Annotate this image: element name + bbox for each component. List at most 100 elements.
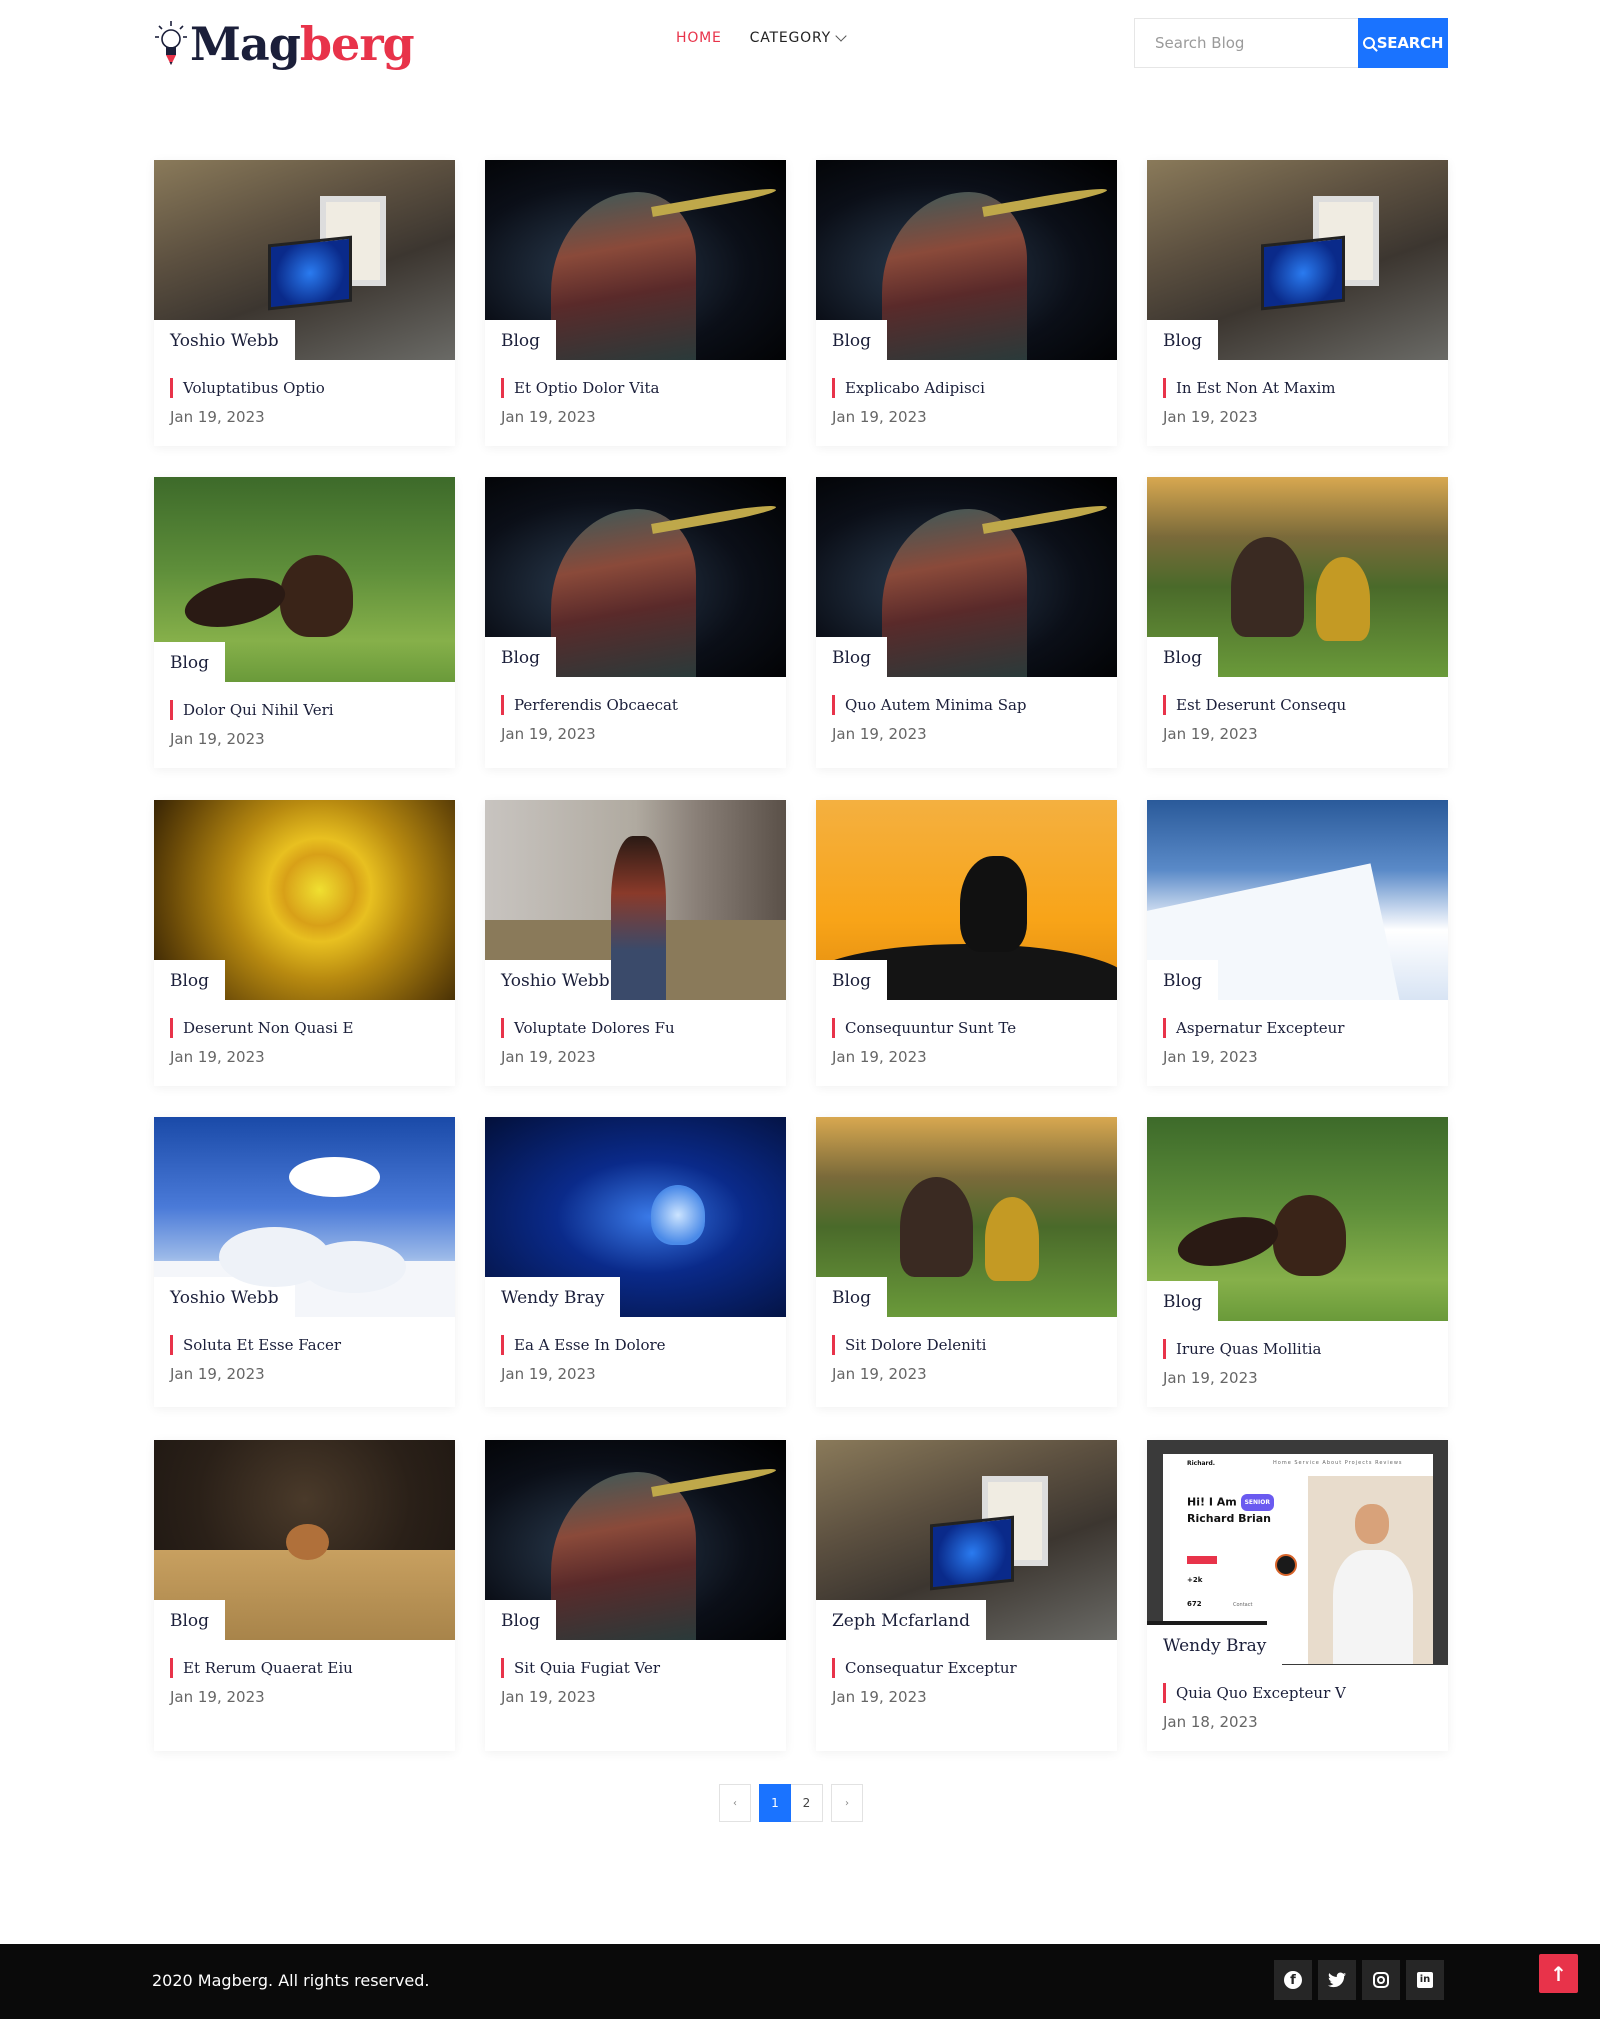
post-card[interactable]: Wendy Bray Ea A Esse In Dolore Jan 19, 202… [485, 1117, 786, 1407]
post-title[interactable]: Quia Quo Excepteur V [1163, 1683, 1432, 1703]
post-thumbnail[interactable]: Yoshio Webb [485, 800, 786, 1000]
post-category-tag[interactable]: Blog [816, 960, 888, 1000]
post-date: Jan 19, 2023 [170, 408, 265, 426]
post-category-tag[interactable]: Zeph Mcfarland [816, 1600, 986, 1640]
post-card[interactable]: Blog Sit Quia Fugiat Ver Jan 19, 2023 [485, 1440, 786, 1751]
post-category-tag[interactable]: Blog [154, 960, 226, 1000]
pagination-page-1[interactable]: 1 [759, 1784, 791, 1822]
post-card[interactable]: Blog Explicabo Adipisci Jan 19, 2023 [816, 160, 1117, 446]
post-category-tag[interactable]: Blog [816, 1277, 888, 1317]
post-thumbnail[interactable]: Blog [1147, 160, 1448, 360]
post-card[interactable]: Blog In Est Non At Maxim Jan 19, 2023 [1147, 160, 1448, 446]
post-thumbnail[interactable]: Blog [816, 477, 1117, 677]
post-card[interactable]: Blog Deserunt Non Quasi E Jan 19, 2023 [154, 800, 455, 1086]
search-input[interactable] [1134, 18, 1358, 68]
post-date: Jan 19, 2023 [501, 1048, 596, 1066]
post-title[interactable]: Est Deserunt Consequ [1163, 695, 1432, 715]
post-thumbnail[interactable]: Blog [1147, 800, 1448, 1000]
post-thumbnail[interactable]: Blog [485, 1440, 786, 1640]
post-title[interactable]: Voluptate Dolores Fu [501, 1018, 770, 1038]
portfolio-avatar [1355, 1504, 1389, 1544]
post-category-tag[interactable]: Yoshio Webb [154, 1277, 295, 1317]
post-title[interactable]: Et Optio Dolor Vita [501, 378, 770, 398]
post-title[interactable]: Deserunt Non Quasi E [170, 1018, 439, 1038]
post-thumbnail[interactable]: Blog [816, 160, 1117, 360]
post-card[interactable]: Blog Et Rerum Quaerat Eiu Jan 19, 2023 [154, 1440, 455, 1751]
post-card[interactable]: Blog Perferendis Obcaecat Jan 19, 2023 [485, 477, 786, 768]
post-card[interactable]: Richard. Home Service About Projects Revi… [1147, 1440, 1448, 1751]
post-title[interactable]: Soluta Et Esse Facer [170, 1335, 439, 1355]
post-card[interactable]: Blog Sit Dolore Deleniti Jan 19, 2023 [816, 1117, 1117, 1407]
post-category-tag[interactable]: Yoshio Webb [485, 960, 626, 1000]
post-card[interactable]: Blog Dolor Qui Nihil Veri Jan 19, 2023 [154, 477, 455, 768]
post-category-tag[interactable]: Blog [485, 637, 557, 677]
post-title[interactable]: Consequatur Exceptur [832, 1658, 1101, 1678]
nav-home[interactable]: HOME [676, 30, 722, 46]
post-thumbnail[interactable]: Blog [154, 1440, 455, 1640]
instagram-link[interactable] [1362, 1960, 1400, 2000]
post-thumbnail[interactable]: Zeph Mcfarland [816, 1440, 1117, 1640]
post-card[interactable]: Blog Est Deserunt Consequ Jan 19, 2023 [1147, 477, 1448, 768]
twitter-link[interactable] [1318, 1960, 1356, 2000]
post-title[interactable]: Ea A Esse In Dolore [501, 1335, 770, 1355]
post-category-tag[interactable]: Blog [1147, 1281, 1219, 1321]
search-button[interactable]: SEARCH [1358, 18, 1448, 68]
post-thumbnail[interactable]: Blog [816, 1117, 1117, 1317]
post-category-tag[interactable]: Wendy Bray [1147, 1625, 1283, 1665]
post-card[interactable]: Zeph Mcfarland Consequatur Exceptur Jan 19… [816, 1440, 1117, 1751]
post-card-body: Deserunt Non Quasi E Jan 19, 2023 [154, 1000, 455, 1086]
post-title[interactable]: Explicabo Adipisci [832, 378, 1101, 398]
post-category-tag[interactable]: Blog [1147, 960, 1219, 1000]
post-thumbnail[interactable]: Blog [154, 800, 455, 1000]
nav-category[interactable]: CATEGORY [750, 30, 847, 46]
post-card[interactable]: Yoshio Webb Soluta Et Esse Facer Jan 19, 2… [154, 1117, 455, 1407]
logo-part-a: Mag [190, 17, 301, 71]
linkedin-link[interactable]: in [1406, 1960, 1444, 2000]
post-title[interactable]: Sit Quia Fugiat Ver [501, 1658, 770, 1678]
post-category-tag[interactable]: Blog [485, 320, 557, 360]
post-card[interactable]: Blog Aspernatur Excepteur Jan 19, 2023 [1147, 800, 1448, 1086]
pagination-prev[interactable]: ‹ [719, 1784, 751, 1822]
post-title[interactable]: Sit Dolore Deleniti [832, 1335, 1101, 1355]
post-card[interactable]: Blog Quo Autem Minima Sap Jan 19, 2023 [816, 477, 1117, 768]
post-thumbnail[interactable]: Blog [1147, 477, 1448, 677]
post-category-tag[interactable]: Wendy Bray [485, 1277, 621, 1317]
pagination-next[interactable]: › [831, 1784, 863, 1822]
post-thumbnail[interactable]: Blog [1147, 1117, 1448, 1321]
pagination-page-2[interactable]: 2 [791, 1784, 823, 1822]
back-to-top-button[interactable]: ↑ [1539, 1954, 1578, 1993]
chevron-down-icon [835, 30, 847, 42]
post-category-tag[interactable]: Blog [154, 1600, 226, 1640]
post-category-tag[interactable]: Yoshio Webb [154, 320, 295, 360]
post-title[interactable]: In Est Non At Maxim [1163, 378, 1432, 398]
post-category-tag[interactable]: Blog [816, 637, 888, 677]
post-category-tag[interactable]: Blog [154, 642, 226, 682]
post-title[interactable]: Voluptatibus Optio [170, 378, 439, 398]
post-title[interactable]: Dolor Qui Nihil Veri [170, 700, 439, 720]
post-title[interactable]: Consequuntur Sunt Te [832, 1018, 1101, 1038]
post-thumbnail[interactable]: Yoshio Webb [154, 160, 455, 360]
post-thumbnail[interactable]: Richard. Home Service About Projects Revi… [1147, 1440, 1448, 1665]
post-title[interactable]: Perferendis Obcaecat [501, 695, 770, 715]
post-card[interactable]: Blog Et Optio Dolor Vita Jan 19, 2023 [485, 160, 786, 446]
post-thumbnail[interactable]: Yoshio Webb [154, 1117, 455, 1317]
post-thumbnail[interactable]: Wendy Bray [485, 1117, 786, 1317]
post-card[interactable]: Blog Consequuntur Sunt Te Jan 19, 2023 [816, 800, 1117, 1086]
post-card[interactable]: Yoshio Webb Voluptatibus Optio Jan 19, 202… [154, 160, 455, 446]
post-category-tag[interactable]: Blog [1147, 320, 1219, 360]
post-category-tag[interactable]: Blog [816, 320, 888, 360]
post-card[interactable]: Blog Irure Quas Mollitia Jan 19, 2023 [1147, 1117, 1448, 1407]
post-title[interactable]: Aspernatur Excepteur [1163, 1018, 1432, 1038]
facebook-link[interactable]: f [1274, 1960, 1312, 2000]
site-logo[interactable]: Magberg [154, 16, 415, 72]
post-thumbnail[interactable]: Blog [485, 160, 786, 360]
post-title[interactable]: Et Rerum Quaerat Eiu [170, 1658, 439, 1678]
post-thumbnail[interactable]: Blog [816, 800, 1117, 1000]
post-title[interactable]: Quo Autem Minima Sap [832, 695, 1101, 715]
post-category-tag[interactable]: Blog [485, 1600, 557, 1640]
post-thumbnail[interactable]: Blog [485, 477, 786, 677]
post-card[interactable]: Yoshio Webb Voluptate Dolores Fu Jan 19, 2… [485, 800, 786, 1086]
post-title[interactable]: Irure Quas Mollitia [1163, 1339, 1432, 1359]
post-thumbnail[interactable]: Blog [154, 477, 455, 682]
post-category-tag[interactable]: Blog [1147, 637, 1219, 677]
